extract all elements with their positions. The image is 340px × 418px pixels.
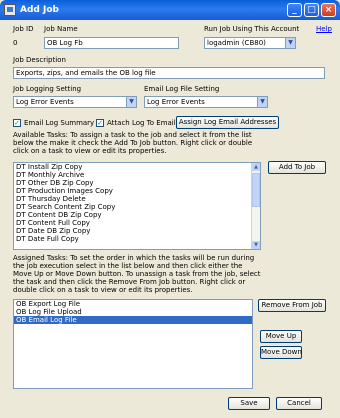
log-setting-label: Job Logging Setting <box>13 85 82 93</box>
list-item[interactable]: DT Search Content Zip Copy <box>14 203 260 211</box>
job-name-input[interactable]: OB Log Fb <box>44 37 179 49</box>
email-setting-select[interactable]: Log Error Events ▼ <box>144 96 268 108</box>
available-scrollbar[interactable]: ▲ ▼ <box>251 163 260 249</box>
log-setting-select[interactable]: Log Error Events ▼ <box>13 96 137 108</box>
email-setting-value: Log Error Events <box>147 98 205 106</box>
add-to-job-button[interactable]: Add To Job <box>268 161 326 174</box>
list-item[interactable]: DT Production Images Copy <box>14 187 260 195</box>
close-button[interactable]: × <box>321 3 336 17</box>
chevron-down-icon[interactable]: ▼ <box>257 97 267 107</box>
assign-email-button[interactable]: Assign Log Email Addresses <box>176 116 279 129</box>
chevron-down-icon[interactable]: ▼ <box>285 38 295 48</box>
email-setting-label: Email Log File Setting <box>144 85 220 93</box>
chevron-down-icon[interactable]: ▼ <box>126 97 136 107</box>
job-id-value: 0 <box>13 39 18 47</box>
available-instructions: Available Tasks: To assign a task to the… <box>13 131 253 155</box>
list-item[interactable]: DT Content Full Copy <box>14 219 260 227</box>
title-bar[interactable]: Add Job _ □ × <box>0 0 340 20</box>
email-summary-label: Email Log Summary <box>24 119 95 127</box>
list-item[interactable]: OB Export Log File <box>14 300 252 308</box>
description-label: Job Description <box>13 56 66 64</box>
list-item[interactable]: DT Content DB Zip Copy <box>14 211 260 219</box>
list-item[interactable]: DT Other DB Zip Copy <box>14 179 260 187</box>
list-item[interactable]: DT Monthly Archive <box>14 171 260 179</box>
maximize-button[interactable]: □ <box>304 3 319 17</box>
cancel-button[interactable]: Cancel <box>276 397 322 410</box>
scroll-thumb[interactable] <box>252 173 260 207</box>
window-title: Add Job <box>20 5 59 15</box>
job-id-label: Job ID <box>13 25 34 33</box>
account-select-value: logadmin (CB80) <box>207 39 266 47</box>
attach-log-checkbox[interactable]: ✓ <box>96 119 104 127</box>
minimize-button[interactable]: _ <box>287 3 302 17</box>
scroll-up-icon[interactable]: ▲ <box>252 163 260 171</box>
email-summary-checkbox[interactable]: ✓ <box>13 119 21 127</box>
scroll-down-icon[interactable]: ▼ <box>252 241 260 249</box>
account-label: Run Job Using This Account <box>204 25 300 33</box>
list-item[interactable]: DT Date DB Zip Copy <box>14 227 260 235</box>
help-link[interactable]: Help <box>316 25 332 33</box>
account-select[interactable]: logadmin (CB80) ▼ <box>204 37 296 49</box>
remove-from-job-button[interactable]: Remove From Job <box>258 299 326 312</box>
save-button[interactable]: Save <box>228 397 270 410</box>
move-up-button[interactable]: Move Up <box>260 330 302 343</box>
log-setting-value: Log Error Events <box>16 98 74 106</box>
move-down-button[interactable]: Move Down <box>260 346 302 359</box>
list-item[interactable]: OB Log File Upload <box>14 308 252 316</box>
description-input[interactable]: Exports, zips, and emails the OB log fil… <box>13 67 325 79</box>
list-item[interactable]: OB Email Log File <box>14 316 252 324</box>
assigned-instructions: Assigned Tasks: To set the order in whic… <box>13 254 261 294</box>
list-item[interactable]: DT Date Full Copy <box>14 235 260 243</box>
available-tasks-list[interactable]: DT Install Zip Copy DT Monthly Archive DT … <box>13 162 261 250</box>
app-icon <box>4 4 16 16</box>
job-name-label: Job Name <box>44 25 78 33</box>
list-item[interactable]: DT Thursday Delete <box>14 195 260 203</box>
attach-log-label: Attach Log To Email <box>107 119 176 127</box>
list-item[interactable]: DT Install Zip Copy <box>14 163 260 171</box>
assigned-tasks-list[interactable]: OB Export Log File OB Log File Upload OB E… <box>13 299 253 389</box>
